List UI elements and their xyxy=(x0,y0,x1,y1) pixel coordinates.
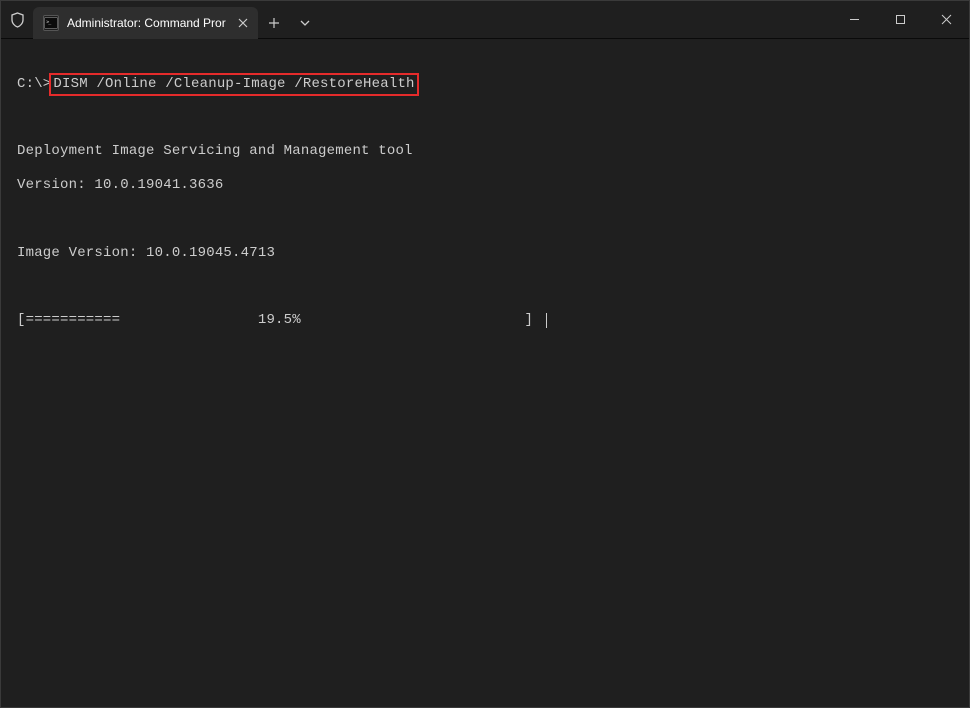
tab-close-button[interactable] xyxy=(234,14,252,32)
tab-dropdown-button[interactable] xyxy=(290,7,320,38)
titlebar: >_ Administrator: Command Pror xyxy=(1,1,969,39)
window-controls xyxy=(831,1,969,38)
terminal-content[interactable]: C:\>DISM /Online /Cleanup-Image /Restore… xyxy=(1,39,969,366)
shield-icon xyxy=(9,12,25,28)
minimize-button[interactable] xyxy=(831,1,877,38)
new-tab-button[interactable] xyxy=(258,7,290,38)
maximize-button[interactable] xyxy=(877,1,923,38)
tab-title: Administrator: Command Pror xyxy=(67,16,226,30)
prompt-line: C:\>DISM /Online /Cleanup-Image /Restore… xyxy=(17,76,953,93)
tab-active[interactable]: >_ Administrator: Command Pror xyxy=(33,7,258,39)
progress-line: [=========== 19.5% ] xyxy=(17,312,953,329)
command-highlight: DISM /Online /Cleanup-Image /RestoreHeal… xyxy=(49,73,418,96)
output-line: Version: 10.0.19041.3636 xyxy=(17,177,953,194)
titlebar-drag-area[interactable] xyxy=(320,1,831,38)
cursor-icon xyxy=(546,313,547,328)
progress-text: [=========== 19.5% ] xyxy=(17,312,542,328)
cmd-icon: >_ xyxy=(43,15,59,31)
prompt: C:\> xyxy=(17,76,51,92)
output-line: Deployment Image Servicing and Managemen… xyxy=(17,143,953,160)
output-line: Image Version: 10.0.19045.4713 xyxy=(17,245,953,262)
titlebar-left xyxy=(1,1,33,38)
close-button[interactable] xyxy=(923,1,969,38)
